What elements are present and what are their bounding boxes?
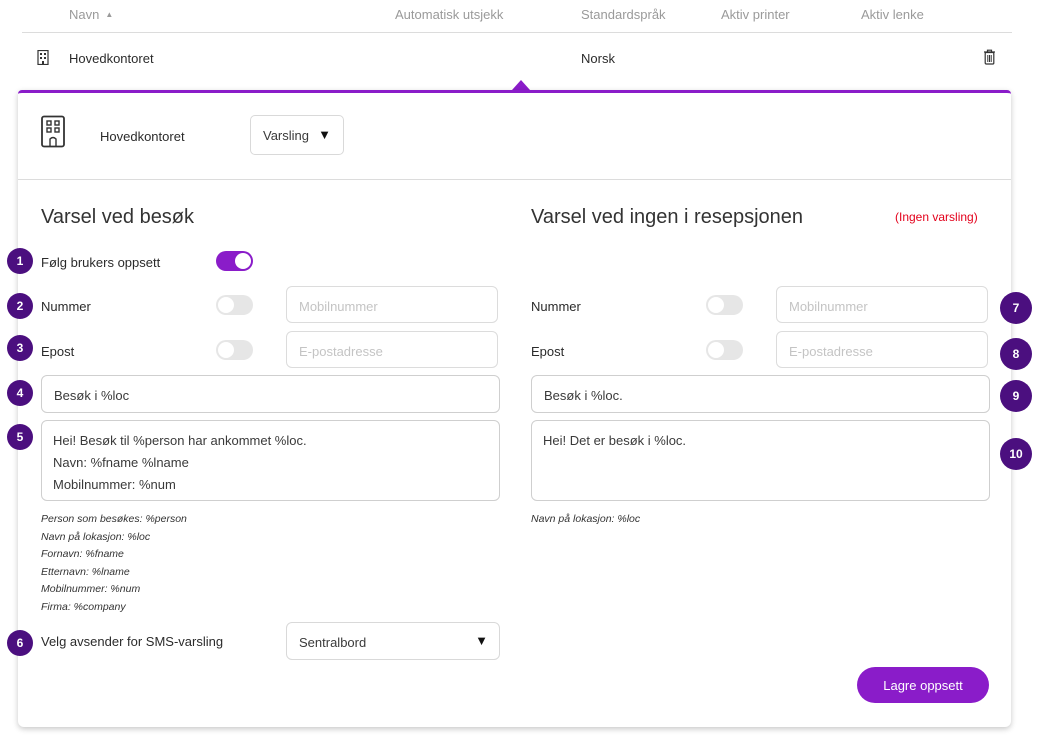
visit-alert-title: Varsel ved besøk	[41, 206, 195, 228]
row-language: Norsk	[581, 51, 615, 66]
step-badge: 8	[1000, 338, 1032, 370]
step-badge: 2	[7, 293, 33, 319]
caret-down-icon: ▼	[475, 633, 488, 648]
variables-help: Navn på lokasjon: %loc	[531, 513, 641, 525]
section-select-value: Varsling	[263, 128, 310, 143]
message-line: Mobilnummer: %num	[53, 477, 176, 492]
subject-input[interactable]: Besøk i %loc.	[531, 375, 990, 413]
column-header-printer[interactable]: Aktiv printer	[721, 7, 790, 22]
mobile-number-input[interactable]: Mobilnummer	[776, 286, 988, 323]
step-badge: 9	[1000, 380, 1032, 412]
save-settings-button[interactable]: Lagre oppsett	[857, 667, 989, 703]
step-badge: 1	[7, 248, 33, 274]
number-toggle[interactable]	[706, 295, 743, 315]
trash-icon[interactable]	[983, 49, 996, 65]
building-icon	[37, 50, 49, 65]
column-header-link[interactable]: Aktiv lenke	[861, 7, 924, 22]
email-input[interactable]: E-postadresse	[776, 331, 988, 368]
follow-user-toggle[interactable]	[216, 251, 253, 271]
table-row[interactable]	[22, 40, 1012, 78]
location-name: Hovedkontoret	[100, 129, 185, 144]
panel-divider	[18, 179, 1011, 180]
column-header-auto-checkout[interactable]: Automatisk utsjekk	[395, 7, 503, 22]
sms-sender-label: Velg avsender for SMS-varsling	[41, 634, 224, 649]
number-label: Nummer	[41, 299, 91, 314]
email-toggle[interactable]	[706, 340, 743, 360]
section-select[interactable]: Varsling ▼	[250, 115, 344, 155]
email-input[interactable]: E-postadresse	[286, 331, 498, 368]
status-badge: (Ingen varsling)	[895, 210, 978, 224]
message-textarea[interactable]: Hei! Det er besøk i %loc.	[531, 420, 990, 501]
sort-ascending-icon: ▲	[105, 10, 114, 19]
column-header-language[interactable]: Standardspråk	[581, 7, 666, 22]
variables-help: Person som besøkes: %person Navn på loka…	[41, 513, 187, 613]
settings-panel: Hovedkontoret Varsling ▼ Varsel ved besø…	[18, 90, 1011, 727]
row-name[interactable]: Hovedkontoret	[69, 51, 154, 66]
follow-user-label: Følg brukers oppsett	[41, 255, 161, 270]
step-badge: 10	[1000, 438, 1032, 470]
table-header-divider	[22, 32, 1012, 33]
step-badge: 6	[7, 630, 33, 656]
column-header-name[interactable]: Navn ▲	[69, 7, 113, 22]
step-badge: 4	[7, 380, 33, 406]
subject-input[interactable]: Besøk i %loc	[41, 375, 500, 413]
step-badge: 5	[7, 424, 33, 450]
no-reception-alert-title: Varsel ved ingen i resepsjonen	[531, 206, 804, 228]
step-badge: 3	[7, 335, 33, 361]
message-line: Navn: %fname %lname	[53, 455, 189, 470]
message-line: Hei! Besøk til %person har ankommet %loc…	[53, 433, 307, 448]
message-textarea[interactable]: Hei! Besøk til %person har ankommet %loc…	[41, 420, 500, 501]
message-line: Hei! Det er besøk i %loc.	[543, 433, 687, 448]
number-toggle[interactable]	[216, 295, 253, 315]
step-badge: 7	[1000, 292, 1032, 324]
email-toggle[interactable]	[216, 340, 253, 360]
sms-sender-select[interactable]: Sentralbord ▼	[286, 622, 500, 660]
mobile-number-input[interactable]: Mobilnummer	[286, 286, 498, 323]
number-label: Nummer	[531, 299, 581, 314]
building-icon	[41, 115, 65, 148]
panel-pointer	[512, 80, 530, 90]
email-label: Epost	[41, 344, 75, 359]
email-label: Epost	[531, 344, 565, 359]
caret-down-icon: ▼	[318, 127, 331, 142]
